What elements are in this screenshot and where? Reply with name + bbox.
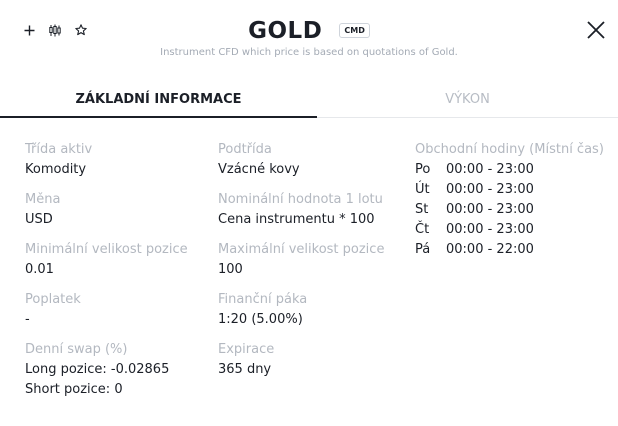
expiration-label: Expirace xyxy=(218,342,275,357)
subclass-label: Podtřída xyxy=(218,142,272,157)
expiration-value: 365 dny xyxy=(218,362,272,377)
tab-basic-info[interactable]: ZÁKLADNÍ INFORMACE xyxy=(0,86,317,118)
fee-label: Poplatek xyxy=(25,292,81,307)
tab-performance[interactable]: VÝKON xyxy=(317,86,618,118)
trading-day: St xyxy=(415,202,429,217)
trading-day: Pá xyxy=(415,242,431,257)
max-position-field: Maximální velikost pozice 100 xyxy=(218,240,408,290)
expiration-field: Expirace 365 dny xyxy=(218,340,408,390)
min-position-field: Minimální velikost pozice 0.01 xyxy=(25,240,210,290)
daily-swap-label: Denní swap (%) xyxy=(25,342,128,357)
short-swap-value: Short pozice: 0 xyxy=(25,382,123,397)
leverage-value: 1:20 (5.00%) xyxy=(218,312,303,327)
currency-value: USD xyxy=(25,212,53,227)
instrument-description: Instrument CFD which price is based on q… xyxy=(160,47,458,58)
trading-hours-value: 00:00 - 23:00 xyxy=(446,202,534,217)
trading-hours-row: Út 00:00 - 23:00 xyxy=(415,180,615,200)
max-position-value: 100 xyxy=(218,262,243,277)
asset-class-label: Třída aktiv xyxy=(25,142,93,157)
leverage-field: Finanční páka 1:20 (5.00%) xyxy=(218,290,408,340)
long-swap-value: Long pozice: -0.02865 xyxy=(25,362,170,377)
currency-label: Měna xyxy=(25,192,61,207)
fee-field: Poplatek - xyxy=(25,290,210,340)
max-position-label: Maximální velikost pozice xyxy=(218,242,385,257)
trading-hours-value: 00:00 - 22:00 xyxy=(446,242,534,257)
trading-hours-label: Obchodní hodiny (Místní čas) xyxy=(415,142,604,157)
title-row: GOLD CMD xyxy=(0,18,618,44)
nominal-value-value: Cena instrumentu * 100 xyxy=(218,212,375,227)
asset-class-field: Třída aktiv Komodity xyxy=(25,140,210,190)
min-position-label: Minimální velikost pozice xyxy=(25,242,188,257)
nominal-value-field: Nominální hodnota 1 lotu Cena instrument… xyxy=(218,190,408,240)
close-icon[interactable] xyxy=(585,19,607,41)
instrument-title: GOLD xyxy=(248,18,323,44)
trading-hours-value: 00:00 - 23:00 xyxy=(446,162,534,177)
trading-day: Po xyxy=(415,162,431,177)
min-position-value: 0.01 xyxy=(25,262,54,277)
trading-hours-row: St 00:00 - 23:00 xyxy=(415,200,615,220)
trading-hours-row: Pá 00:00 - 22:00 xyxy=(415,240,615,260)
info-column-1: Třída aktiv Komodity Měna USD Minimální … xyxy=(25,140,210,397)
daily-swap-field: Denní swap (%) Long pozice: -0.02865 Sho… xyxy=(25,340,210,397)
trading-hours-column: Obchodní hodiny (Místní čas) Po 00:00 - 2… xyxy=(415,140,615,260)
tab-bar: ZÁKLADNÍ INFORMACE VÝKON xyxy=(0,86,618,118)
trading-day: Út xyxy=(415,182,430,197)
trading-hours-value: 00:00 - 23:00 xyxy=(446,182,534,197)
subclass-field: Podtřída Vzácné kovy xyxy=(218,140,408,190)
fee-value: - xyxy=(25,312,30,327)
trading-hours-value: 00:00 - 23:00 xyxy=(446,222,534,237)
instrument-type-badge: CMD xyxy=(339,22,370,38)
info-column-2: Podtřída Vzácné kovy Nominální hodnota 1… xyxy=(218,140,408,390)
subclass-value: Vzácné kovy xyxy=(218,162,300,177)
trading-hours-row: Po 00:00 - 23:00 xyxy=(415,160,615,180)
trading-hours-row: Čt 00:00 - 23:00 xyxy=(415,220,615,240)
instrument-header: GOLD CMD Instrument CFD which price is b… xyxy=(0,0,618,118)
nominal-value-label: Nominální hodnota 1 lotu xyxy=(218,192,383,207)
asset-class-value: Komodity xyxy=(25,162,87,177)
trading-day: Čt xyxy=(415,222,430,237)
leverage-label: Finanční páka xyxy=(218,292,308,307)
currency-field: Měna USD xyxy=(25,190,210,240)
